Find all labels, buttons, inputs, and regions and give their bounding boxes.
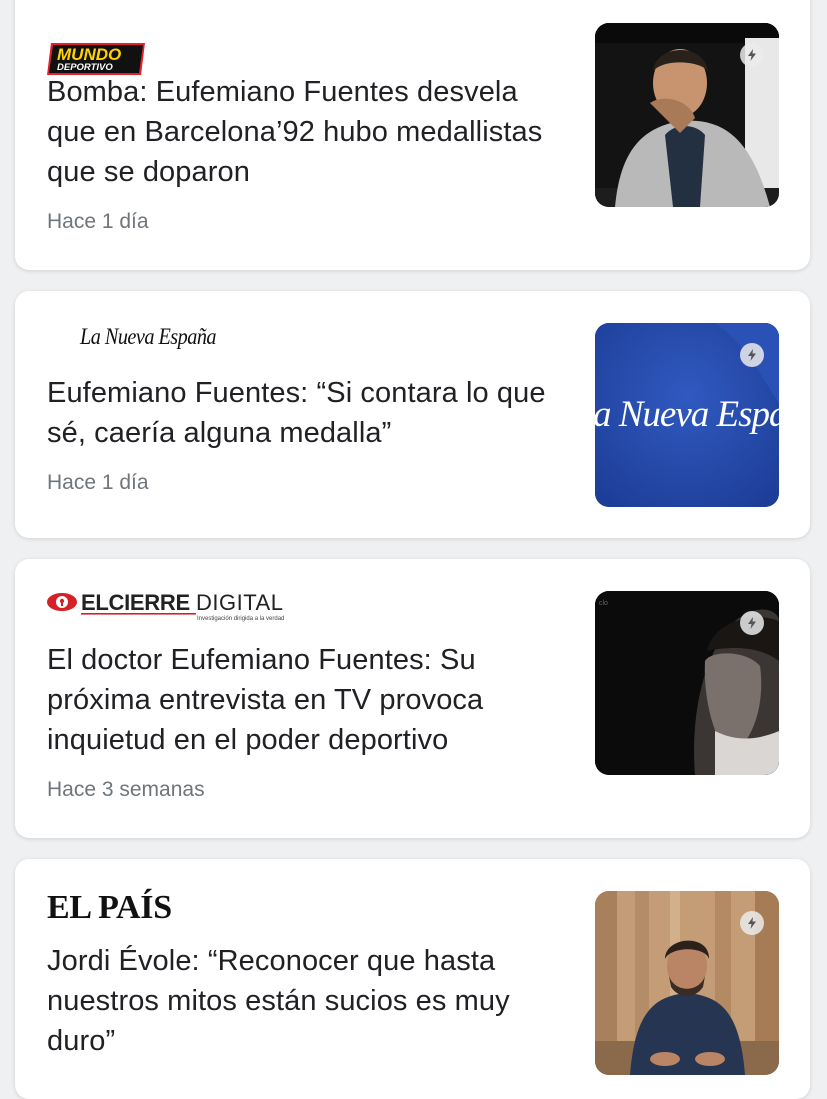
article-timestamp: Hace 1 día [47, 210, 149, 233]
el-pais-logo: EL PAÍS [47, 889, 172, 926]
article-headline[interactable]: Eufemiano Fuentes: “Si contara lo que sé… [47, 373, 572, 453]
amp-badge [740, 343, 764, 367]
article-thumbnail[interactable]: clo [595, 591, 779, 775]
article-thumbnail[interactable]: a Nueva Espa [595, 323, 779, 507]
lightning-bolt-icon [748, 349, 756, 361]
amp-badge [740, 611, 764, 635]
svg-text:Investigación dirigida a la ve: Investigación dirigida a la verdad [197, 616, 284, 622]
article-timestamp: Hace 1 día [47, 471, 149, 494]
article-headline[interactable]: El doctor Eufemiano Fuentes: Su próxima … [47, 640, 572, 760]
lightning-bolt-icon [748, 917, 756, 929]
article-thumbnail[interactable] [595, 23, 779, 207]
lightning-bolt-icon [748, 617, 756, 629]
el-cierre-digital-logo: ELCIERRE DIGITAL Investigación dirigida … [47, 590, 284, 622]
svg-text:clo: clo [599, 600, 608, 607]
article-thumbnail[interactable] [595, 891, 779, 1075]
article-headline[interactable]: Jordi Évole: “Reconocer que hasta nuestr… [47, 941, 572, 1061]
article-headline[interactable]: Bomba: Eufemiano Fuentes desvela que en … [47, 72, 572, 192]
svg-text:a Nueva Espa: a Nueva Espa [595, 394, 779, 435]
article-timestamp: Hace 3 semanas [47, 778, 205, 801]
svg-text:ELCIERRE: ELCIERRE [81, 590, 190, 615]
svg-text:DIGITAL: DIGITAL [196, 590, 283, 615]
amp-badge [740, 43, 764, 67]
mundo-deportivo-logo: MUNDO DEPORTIVO [47, 43, 145, 75]
la-nueva-espana-logo: La Nueva España [80, 324, 217, 349]
amp-badge [740, 911, 764, 935]
lightning-bolt-icon [748, 49, 756, 61]
